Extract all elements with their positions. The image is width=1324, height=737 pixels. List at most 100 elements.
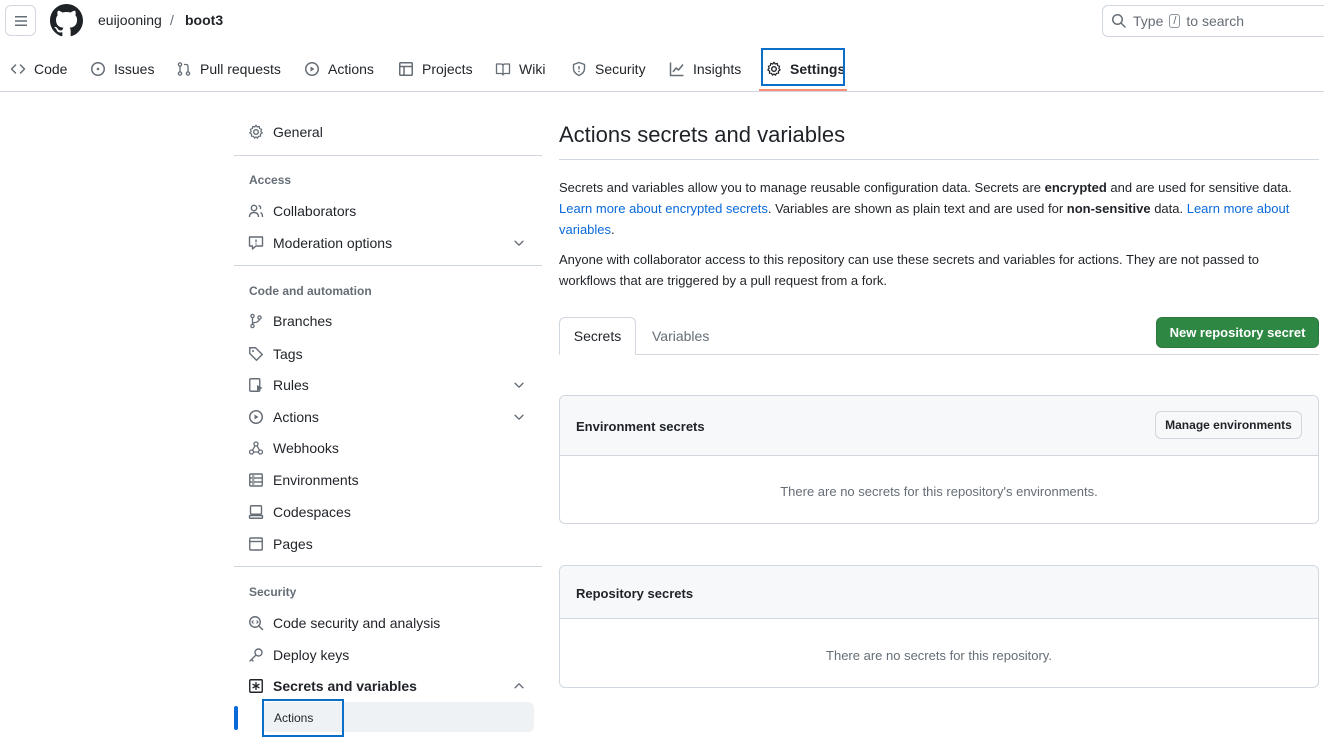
breadcrumb-separator: / [170,12,174,28]
sidebar-item-collaborators[interactable]: Collaborators [248,199,356,223]
codescan-icon [249,616,264,631]
sidebar-item-label: Collaborators [273,203,357,219]
environment-secrets-panel: Environment secrets Manage environments … [559,395,1319,524]
report-icon [248,236,264,250]
chevron-down-icon[interactable] [512,410,526,424]
sidebar-item-general[interactable]: General [248,120,323,144]
sidebar-item-rules[interactable]: Rules [248,373,309,397]
sidebar-heading-code-automation: Code and automation [249,284,372,298]
tab-label: Code [34,61,68,77]
active-item-indicator [234,706,238,730]
key-icon [249,648,263,662]
sidebar-divider [234,566,542,567]
gear-icon [249,124,263,139]
learn-more-secrets-link[interactable]: Learn more about encrypted secrets [559,201,768,216]
server-icon [249,473,263,487]
chevron-down-icon[interactable] [512,378,526,392]
text: . [611,222,615,237]
browser-icon [249,537,263,551]
sidebar-divider [234,155,542,156]
sidebar-item-label: Moderation options [273,235,393,251]
panel-title: Repository secrets [576,586,694,601]
book-icon [495,63,511,76]
tab-label: Insights [693,61,742,77]
sidebar-item-label: Code security and analysis [273,615,441,631]
tab-issues[interactable]: Issues [90,56,154,82]
sidebar-item-label: Webhooks [273,440,339,456]
play-icon [305,62,319,76]
repo-header: euijooning / boot3 Type / to search Code… [0,0,1324,92]
text: Secrets and variables allow you to manag… [559,180,1045,195]
sidebar-item-label: Rules [273,377,309,393]
sidebar-item-label: Tags [273,346,303,362]
tab-actions[interactable]: Actions [304,56,374,82]
sidebar-item-moderation[interactable]: Moderation options [248,231,392,255]
text: . Variables are shown as plain text and … [767,201,1067,216]
rules-icon [249,378,263,392]
sidebar-item-pages[interactable]: Pages [248,532,313,556]
text: data. [1150,201,1187,216]
sidebar-heading-security: Security [249,585,297,599]
intro-paragraph: Secrets and variables allow you to manag… [559,177,1319,240]
pull-request-icon [177,62,191,76]
sidebar-item-codespaces[interactable]: Codespaces [248,500,351,524]
tab-secrets[interactable]: Secrets [559,317,636,355]
search-placeholder-pre: Type [1133,13,1164,29]
manage-environments-button[interactable]: Manage environments [1155,411,1302,439]
panel-header: Repository secrets [560,566,1318,619]
sidebar-item-environments[interactable]: Environments [248,468,359,492]
search-shortcut-key: / [1169,14,1181,28]
webhook-icon [248,441,264,455]
shield-icon [572,61,586,77]
tab-label: Projects [422,61,473,77]
tab-projects[interactable]: Projects [398,56,473,82]
breadcrumb-repo[interactable]: boot3 [185,12,223,28]
access-paragraph: Anyone with collaborator access to this … [559,252,1259,288]
search-input[interactable]: Type / to search [1102,5,1324,37]
sidebar-item-label: Deploy keys [273,647,350,663]
page-title: Actions secrets and variables [559,122,846,147]
github-logo-icon[interactable] [50,4,83,37]
sidebar-heading-access: Access [249,173,292,187]
tab-insights[interactable]: Insights [669,56,741,82]
table-icon [399,62,413,76]
text-bold: non-sensitive [1066,201,1151,216]
tab-label: Pull requests [200,61,281,77]
hamburger-icon [14,15,27,26]
tab-pull-requests[interactable]: Pull requests [176,56,281,82]
chevron-up-icon[interactable] [512,679,526,693]
branch-icon [250,313,262,329]
tab-wiki[interactable]: Wiki [495,56,545,82]
panel-header: Environment secrets Manage environments [560,396,1318,456]
breadcrumb-owner[interactable]: euijooning [98,12,162,28]
settings-highlight-box [761,48,845,86]
sidebar-item-label: General [273,124,323,140]
play-icon [249,410,263,424]
tabs-divider [559,354,1319,355]
sidebar-item-tags[interactable]: Tags [248,342,303,366]
search-icon [1112,14,1126,28]
asterisk-icon [249,679,263,693]
repository-secrets-panel: Repository secrets There are no secrets … [559,565,1319,688]
tab-variables[interactable]: Variables [652,328,709,344]
sidebar-item-webhooks[interactable]: Webhooks [248,436,339,460]
search-placeholder-post: to search [1186,13,1245,29]
empty-state-message: There are no secrets for this repository… [780,484,1098,499]
selected-tab-underline [759,89,847,91]
sidebar-item-code-security[interactable]: Code security and analysis [248,611,440,635]
text-bold: encrypted [1044,180,1107,195]
sidebar-item-branches[interactable]: Branches [248,309,332,333]
panel-title: Environment secrets [576,419,705,434]
new-repository-secret-button[interactable]: New repository secret [1156,317,1319,348]
sidebar-item-label: Pages [273,536,313,552]
tab-code[interactable]: Code [10,56,67,82]
tab-security[interactable]: Security [571,56,646,82]
menu-button[interactable] [5,5,36,36]
code-icon [10,64,26,74]
sidebar-item-deploy-keys[interactable]: Deploy keys [248,643,349,667]
chevron-down-icon[interactable] [512,236,526,250]
tab-label: Issues [114,61,155,77]
sidebar-item-actions[interactable]: Actions [248,405,319,429]
sidebar-item-label: Branches [273,313,333,329]
sidebar-item-secrets-variables[interactable]: Secrets and variables [248,674,417,698]
